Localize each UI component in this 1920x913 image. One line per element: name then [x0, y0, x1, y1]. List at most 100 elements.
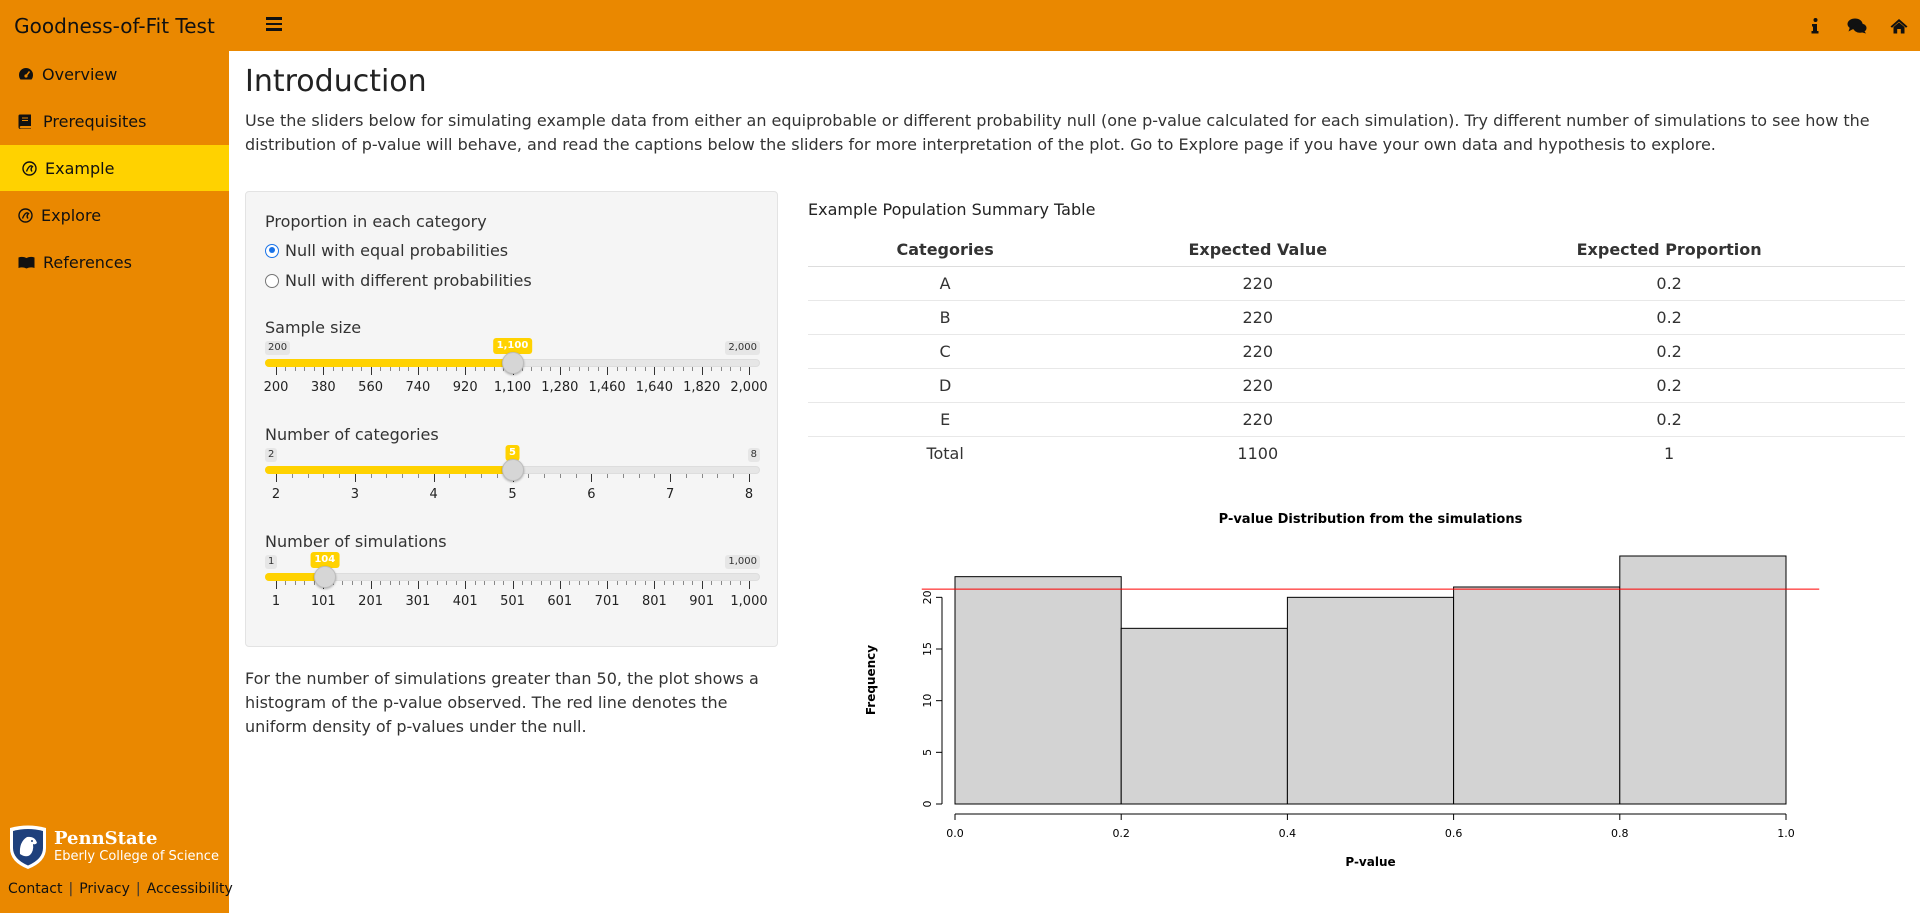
sidebar-item-example[interactable]: Example [0, 145, 229, 191]
slider-major-tick [276, 367, 277, 375]
slider-tick-label: 401 [452, 594, 478, 609]
categories-slider[interactable]: 2852345678 [265, 445, 760, 508]
slider-minor-tick [578, 581, 580, 585]
sidebar-item-prerequisites[interactable]: Prerequisites [0, 98, 229, 144]
sidebar-item-explore[interactable]: Explore [0, 192, 229, 238]
slider-minor-tick [644, 367, 646, 371]
slider-min-label: 200 [265, 341, 291, 355]
slider-minor-tick [597, 367, 599, 371]
slider-minor-tick [733, 474, 735, 478]
slider-tick-label: 380 [310, 380, 336, 395]
simulations-slider[interactable]: 1 1,000 104 1 101 201 301 401 501 601 701 801 901 1,0… [265, 552, 768, 615]
slider-minor-tick [484, 581, 486, 585]
slider-minor-tick [449, 474, 451, 478]
y-tick-label: 15 [921, 642, 934, 656]
slider-minor-tick [427, 367, 429, 371]
slider-minor-tick [692, 581, 694, 585]
sidebar-item-overview[interactable]: Overview [0, 51, 229, 97]
radio-checked-icon [265, 243, 279, 258]
comments-button[interactable] [1836, 0, 1878, 51]
radio-equal-probabilities[interactable]: Null with equal probabilities [265, 241, 508, 260]
table-cell: 0.2 [1433, 334, 1905, 369]
slider-major-tick [654, 367, 656, 375]
slider-minor-tick [550, 367, 552, 371]
slider-major-tick [654, 581, 656, 589]
app-title: Goodness-of-Fit Test [14, 13, 215, 38]
slider-minor-tick [351, 581, 353, 585]
table-cell: D [808, 368, 1083, 403]
logo-name: PennState [54, 828, 158, 849]
info-button[interactable] [1794, 0, 1836, 51]
sidebar-toggle-button[interactable] [266, 13, 288, 37]
x-axis-label: P-value [1345, 855, 1395, 869]
slider-major-tick [354, 474, 356, 482]
slider-minor-tick [644, 581, 646, 585]
slider-track[interactable] [265, 573, 760, 581]
slider-minor-tick [528, 474, 530, 478]
slider-handle[interactable] [501, 352, 524, 374]
intro-text: Use the sliders below for simulating exa… [245, 111, 1870, 154]
histogram-bar [1120, 627, 1288, 805]
table-cell: 0.2 [1433, 300, 1905, 335]
sample-size-slider[interactable]: 200 2,000 1,100 200 380 560 740 920 1,100 1,280 1,… [264, 338, 768, 401]
slider-minor-tick [503, 581, 505, 585]
slider-max-label: 8 [747, 448, 760, 462]
slider-minor-tick [408, 581, 410, 585]
pvalue-histogram: P-value Distribution from the simulation… [864, 512, 1820, 869]
table-cell: Total [926, 443, 964, 463]
slider-minor-tick [559, 474, 561, 478]
slider-minor-tick [616, 581, 618, 585]
slider-minor-tick [484, 367, 486, 371]
slider-tick-label: 1,820 [683, 380, 721, 395]
slider-minor-tick [607, 474, 609, 478]
sidebar-item-label: Prerequisites [43, 111, 147, 131]
slider-minor-tick [339, 474, 341, 478]
pennstate-logo[interactable]: PennState Eberly College of Science [8, 824, 219, 870]
slider-major-tick [607, 367, 609, 375]
comments-icon [1847, 18, 1867, 33]
y-tick-label: 20 [921, 590, 934, 604]
slider-minor-tick [544, 474, 546, 478]
slider-minor-tick [294, 581, 296, 585]
slider-tick-label: 1,640 [635, 380, 673, 395]
slider-minor-tick [730, 367, 732, 371]
simulations-label: Number of simulations [265, 532, 447, 551]
slider-minor-tick [474, 367, 476, 371]
slider-minor-tick [673, 367, 675, 371]
slider-ticks [265, 581, 760, 591]
slider-minor-tick [342, 581, 344, 585]
slider-tick-label: 601 [547, 594, 573, 609]
accessibility-link[interactable]: Accessibility [147, 881, 233, 897]
sidebar-item-references[interactable]: References [0, 239, 229, 285]
x-tick-label: 0.8 [1611, 827, 1629, 840]
slider-handle[interactable] [313, 566, 336, 588]
table-cell: C [808, 334, 1083, 369]
privacy-link[interactable]: Privacy [79, 881, 130, 897]
slider-minor-tick [332, 367, 334, 371]
slider-minor-tick [455, 367, 457, 371]
table-cell: 220 [1082, 334, 1434, 369]
slider-major-tick [323, 367, 325, 375]
slider-minor-tick [638, 474, 640, 478]
radio-different-probabilities[interactable]: Null with different probabilities [265, 271, 532, 290]
slider-minor-tick [569, 367, 571, 371]
contact-link[interactable]: Contact [8, 881, 62, 897]
slider-minor-tick [626, 367, 628, 371]
slider-minor-tick [370, 474, 372, 478]
slider-minor-tick [531, 581, 533, 585]
slider-handle[interactable] [501, 459, 524, 481]
home-button[interactable] [1878, 0, 1920, 51]
slider-minor-tick [685, 474, 687, 478]
slider-tick-label: 560 [358, 380, 384, 395]
slider-major-tick [559, 367, 561, 375]
slider-major-tick [512, 581, 514, 589]
slider-minor-tick [717, 474, 719, 478]
table-cell: 220 [1082, 368, 1434, 403]
slider-tick-label: 301 [405, 594, 431, 609]
slider-major-tick [607, 581, 609, 589]
histogram-bar [1286, 596, 1455, 805]
slider-min-label: 1 [265, 555, 278, 569]
slider-major-tick [370, 367, 372, 375]
slider-tick-label: 201 [358, 594, 384, 609]
slider-minor-tick [285, 367, 287, 371]
